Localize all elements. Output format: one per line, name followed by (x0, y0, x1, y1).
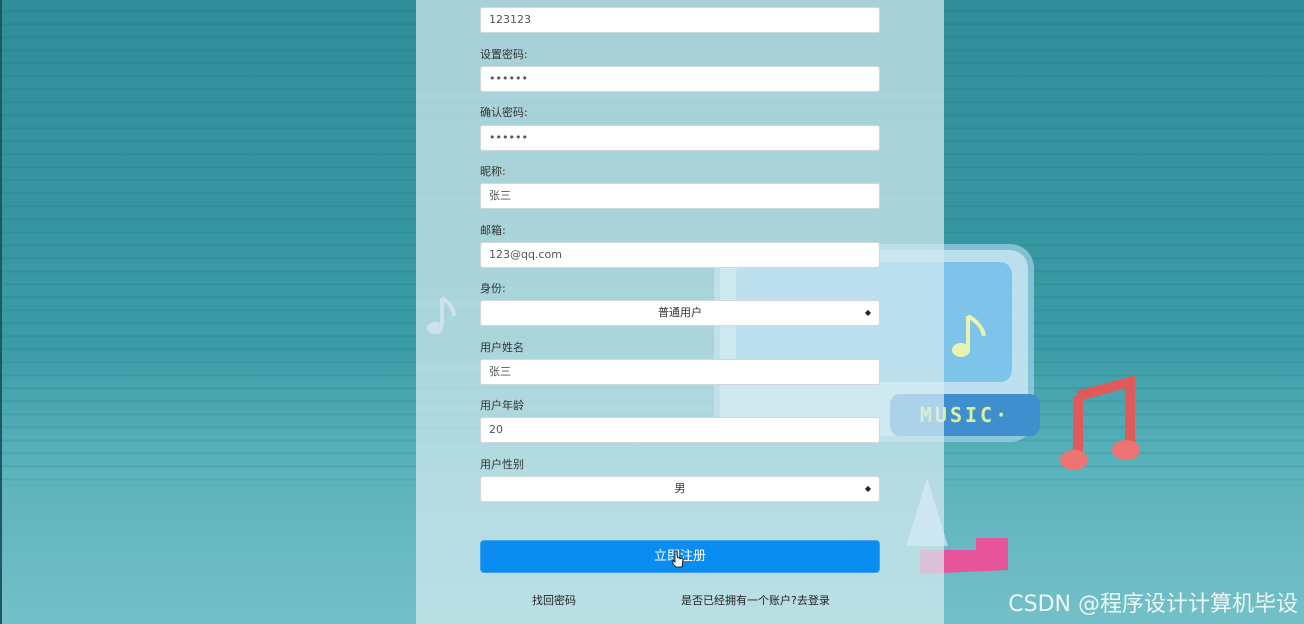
forgot-password-link[interactable]: 找回密码 (532, 592, 576, 608)
user-age-label: 用户年龄 (480, 399, 524, 412)
account-input[interactable]: 123123 (480, 7, 880, 33)
select-arrow-icon: ◆ (864, 308, 871, 317)
red-music-note-icon (1060, 376, 1140, 470)
user-name-input[interactable]: 张三 (480, 359, 880, 385)
mouse-cursor-icon (672, 550, 684, 568)
confirm-password-input[interactable]: •••••• (480, 125, 880, 151)
role-select[interactable]: 普通用户 ◆ (480, 300, 880, 326)
user-name-label: 用户姓名 (480, 341, 524, 354)
window-edge (0, 0, 2, 624)
gender-selected-value: 男 (674, 482, 686, 495)
watermark-text: CSDN @程序设计计算机毕设 (1008, 592, 1298, 617)
password-label: 设置密码: (480, 48, 528, 61)
password-input[interactable]: •••••• (480, 66, 880, 92)
gender-select[interactable]: 男 ◆ (480, 476, 880, 502)
confirm-password-label: 确认密码: (480, 106, 528, 119)
role-selected-value: 普通用户 (658, 306, 702, 319)
nickname-label: 昵称: (480, 165, 506, 178)
email-label: 邮箱: (480, 224, 506, 237)
music-note-icon (952, 314, 986, 357)
go-login-link[interactable]: 是否已经拥有一个账户?去登录 (681, 592, 830, 608)
nickname-input[interactable]: 张三 (480, 183, 880, 209)
user-gender-label: 用户性别 (480, 458, 524, 471)
user-age-input[interactable]: 20 (480, 417, 880, 443)
email-input[interactable]: 123@qq.com (480, 242, 880, 268)
role-label: 身份: (480, 282, 506, 295)
select-arrow-icon: ◆ (864, 484, 871, 493)
